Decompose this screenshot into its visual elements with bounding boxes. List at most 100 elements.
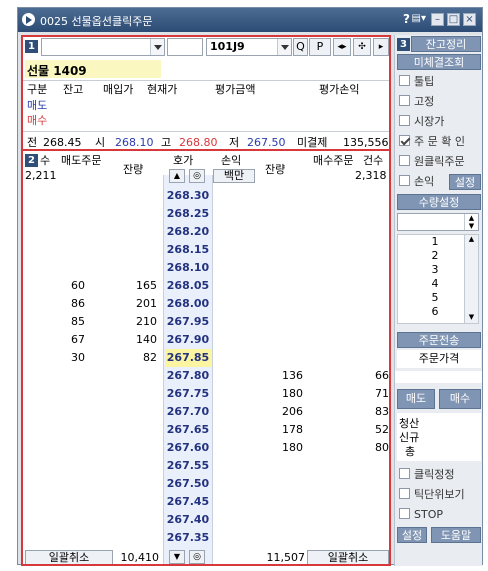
- collapse-arrow-icon[interactable]: ▸: [373, 38, 389, 56]
- sell-order-cell[interactable]: [47, 493, 85, 511]
- sell-order-cell[interactable]: [47, 421, 85, 439]
- scroll-up-button[interactable]: ▲: [169, 169, 185, 183]
- p-button[interactable]: P: [309, 38, 331, 56]
- unfilled-query-button[interactable]: 미체결조회: [397, 54, 481, 70]
- qty-item[interactable]: 2: [400, 250, 470, 262]
- sell-order-cell[interactable]: [47, 223, 85, 241]
- qty-input[interactable]: ▲ ▼: [397, 213, 479, 231]
- price-cell[interactable]: 267.55: [165, 457, 211, 475]
- sell-order-cell[interactable]: [47, 475, 85, 493]
- balance-liquidate-button[interactable]: 잔고정리: [411, 36, 481, 52]
- sell-button[interactable]: 매도: [397, 389, 435, 409]
- price-cell[interactable]: 268.10: [165, 259, 211, 277]
- oneclick-order-checkbox[interactable]: 원클릭주문: [399, 154, 465, 170]
- chevron-down-icon[interactable]: [277, 39, 291, 55]
- price-cell[interactable]: 267.95: [165, 313, 211, 331]
- order-confirm-checkbox[interactable]: 주 문 확 인: [399, 134, 465, 150]
- sell-order-cell[interactable]: [47, 367, 85, 385]
- price-cell[interactable]: 268.25: [165, 205, 211, 223]
- help-button[interactable]: 도움말: [431, 527, 481, 543]
- buy-order-cell[interactable]: 71: [343, 385, 389, 403]
- qty-item[interactable]: 6: [400, 306, 470, 318]
- sell-order-cell[interactable]: 86: [47, 295, 85, 313]
- buy-order-cell[interactable]: [343, 187, 389, 205]
- sell-order-cell[interactable]: [47, 403, 85, 421]
- buy-order-cell[interactable]: 52: [343, 421, 389, 439]
- buy-order-cell[interactable]: [343, 259, 389, 277]
- maximize-button[interactable]: □: [447, 13, 460, 26]
- sell-order-cell[interactable]: [47, 205, 85, 223]
- buy-order-cell[interactable]: [343, 295, 389, 313]
- price-cell[interactable]: 267.70: [165, 403, 211, 421]
- price-cell[interactable]: 267.60: [165, 439, 211, 457]
- qty-spinner[interactable]: ▲ ▼: [464, 214, 478, 230]
- sell-order-cell[interactable]: 60: [47, 277, 85, 295]
- price-cell[interactable]: 267.80: [165, 367, 211, 385]
- sell-order-cell[interactable]: [47, 259, 85, 277]
- sell-order-cell[interactable]: [47, 187, 85, 205]
- cancel-all-buy-button[interactable]: 일괄취소: [307, 550, 389, 564]
- qty-item[interactable]: 4: [400, 278, 470, 290]
- checkbox-box[interactable]: [399, 468, 410, 479]
- tooltip-checkbox[interactable]: 툴팁: [399, 74, 434, 90]
- price-cell[interactable]: 268.00: [165, 295, 211, 313]
- price-cell[interactable]: 267.65: [165, 421, 211, 439]
- qty-item[interactable]: 5: [400, 292, 470, 304]
- buy-order-cell[interactable]: 83: [343, 403, 389, 421]
- checkmark-icon[interactable]: [399, 135, 410, 146]
- checkbox-box[interactable]: [399, 155, 410, 166]
- buy-button[interactable]: 매수: [439, 389, 481, 409]
- fixed-checkbox[interactable]: 고정: [399, 94, 434, 110]
- buy-order-cell[interactable]: [343, 529, 389, 547]
- checkbox-box[interactable]: [399, 115, 410, 126]
- sell-order-cell[interactable]: 30: [47, 349, 85, 367]
- buy-order-cell[interactable]: 66: [343, 367, 389, 385]
- order-send-button[interactable]: 주문전송: [397, 332, 481, 348]
- help-icon[interactable]: ?: [403, 12, 410, 26]
- qty-item[interactable]: 3: [400, 264, 470, 276]
- checkbox-box[interactable]: [399, 175, 410, 186]
- price-cell[interactable]: 267.85: [165, 349, 211, 367]
- buy-order-cell[interactable]: [343, 475, 389, 493]
- expand-horizontal-icon[interactable]: ◂▸: [333, 38, 351, 56]
- pnl-setup-button[interactable]: 설정: [449, 174, 481, 190]
- sell-order-cell[interactable]: [47, 439, 85, 457]
- menu-icon[interactable]: ▤▾: [412, 13, 426, 24]
- checkbox-box[interactable]: [399, 488, 410, 499]
- price-cell[interactable]: 267.90: [165, 331, 211, 349]
- qty-item[interactable]: 1: [400, 236, 470, 248]
- qty-setup-button[interactable]: 수량설정: [397, 194, 481, 210]
- buy-order-cell[interactable]: 80: [343, 439, 389, 457]
- price-cell[interactable]: 268.05: [165, 277, 211, 295]
- buy-order-cell[interactable]: [343, 331, 389, 349]
- center-button[interactable]: ◎: [189, 169, 205, 183]
- market-price-checkbox[interactable]: 시장가: [399, 114, 444, 130]
- sell-order-cell[interactable]: [47, 241, 85, 259]
- account-select[interactable]: [41, 38, 165, 56]
- pnl-unit-button[interactable]: 백만: [213, 169, 255, 183]
- cancel-all-sell-button[interactable]: 일괄취소: [25, 550, 113, 564]
- buy-order-cell[interactable]: [343, 511, 389, 529]
- sell-order-cell[interactable]: [47, 511, 85, 529]
- buy-order-cell[interactable]: [343, 349, 389, 367]
- price-cell[interactable]: 267.75: [165, 385, 211, 403]
- checkbox-box[interactable]: [399, 75, 410, 86]
- sell-order-cell[interactable]: [47, 457, 85, 475]
- price-cell[interactable]: 267.35: [165, 529, 211, 547]
- chevron-down-icon[interactable]: [150, 39, 164, 55]
- sell-order-cell[interactable]: [47, 385, 85, 403]
- buy-order-cell[interactable]: [343, 493, 389, 511]
- buy-order-cell[interactable]: [343, 313, 389, 331]
- price-cell[interactable]: 267.40: [165, 511, 211, 529]
- buy-order-cell[interactable]: [343, 223, 389, 241]
- price-cell[interactable]: 268.15: [165, 241, 211, 259]
- minimize-button[interactable]: –: [431, 13, 444, 26]
- price-cell[interactable]: 268.30: [165, 187, 211, 205]
- sell-order-cell[interactable]: 67: [47, 331, 85, 349]
- pnl-checkbox[interactable]: 손익: [399, 174, 434, 190]
- close-button[interactable]: ×: [463, 13, 476, 26]
- buy-order-cell[interactable]: [343, 241, 389, 259]
- checkbox-box[interactable]: [399, 95, 410, 106]
- spin-up-icon[interactable]: ▲: [465, 214, 478, 222]
- setup-button[interactable]: 설정: [397, 527, 427, 543]
